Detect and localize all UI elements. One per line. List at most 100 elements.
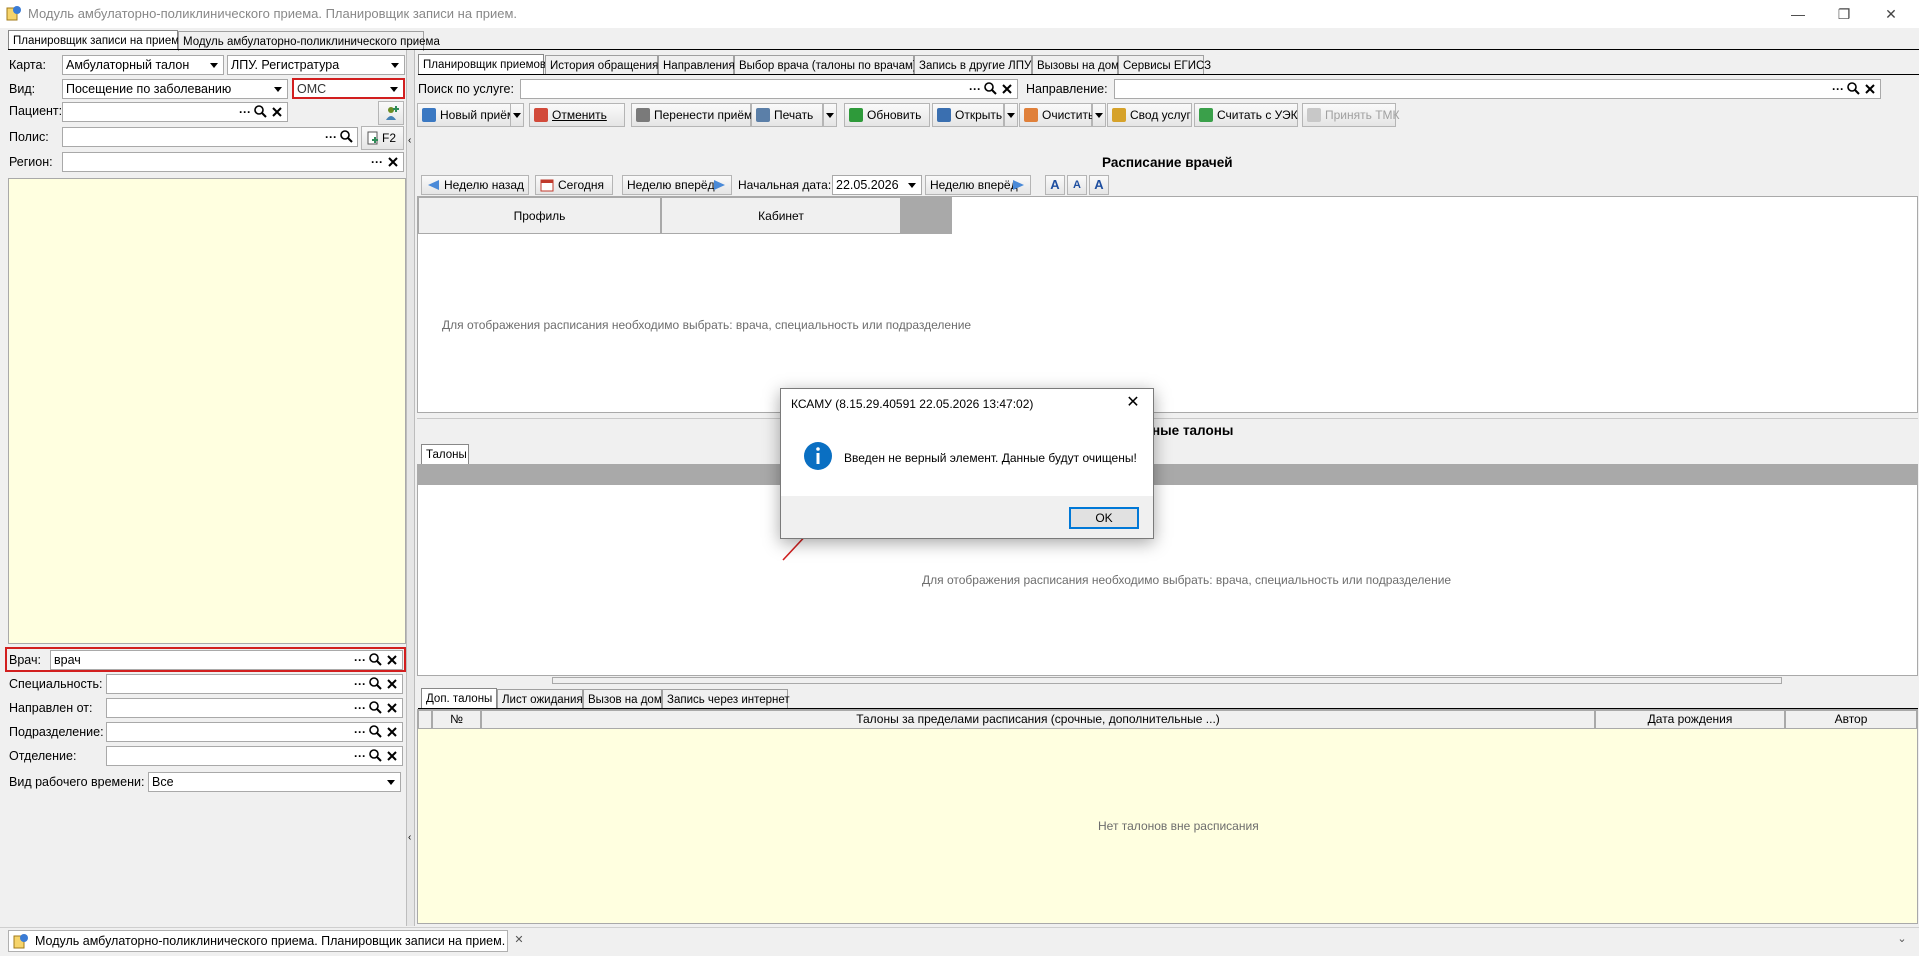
ellipsis-icon[interactable]: ··· [352, 748, 368, 764]
tab-planner[interactable]: Планировщик записи на прием [8, 30, 179, 50]
tab-directions[interactable]: Направления [658, 55, 735, 75]
vrach-input[interactable]: врач ··· [50, 650, 403, 670]
patient-input[interactable]: ··· [62, 102, 288, 122]
refresh-icon [849, 108, 863, 122]
search-icon[interactable] [368, 676, 384, 692]
refresh-button[interactable]: Обновить [844, 103, 930, 127]
ellipsis-icon[interactable]: ··· [352, 700, 368, 716]
tab-home-visit[interactable]: Вызов на дом [583, 689, 662, 709]
collapse-left-icon[interactable]: ‹ [408, 135, 411, 146]
search-icon[interactable] [368, 700, 384, 716]
tab-egisz[interactable]: Сервисы ЕГИСЗ [1118, 55, 1211, 75]
read-uek-button[interactable]: Считать с УЭК [1194, 103, 1298, 127]
col-birth-date[interactable]: Дата рождения [1595, 710, 1785, 729]
search-icon[interactable] [983, 81, 999, 97]
print-button[interactable]: Печать [751, 103, 823, 127]
service-search-input[interactable]: ··· [520, 79, 1018, 99]
clear-icon[interactable] [1862, 81, 1878, 97]
ellipsis-icon[interactable]: ··· [352, 724, 368, 740]
tab-doctor-choice[interactable]: Выбор врача (талоны по врачам) [734, 55, 917, 75]
new-reception-button[interactable]: Новый приём [417, 103, 515, 127]
polis-input[interactable]: ··· [62, 127, 358, 147]
col-cabinet[interactable]: Кабинет [661, 197, 901, 234]
search-icon[interactable] [368, 724, 384, 740]
col-author[interactable]: Автор [1785, 710, 1917, 729]
minimize-button[interactable]: — [1783, 4, 1813, 24]
cancel-reception-button[interactable]: Отменить [529, 103, 625, 127]
font-increase-button[interactable]: A [1045, 175, 1065, 195]
dialog-close-button[interactable]: ✕ [1123, 393, 1143, 413]
oms-select[interactable]: ОМС [292, 78, 405, 99]
col-number[interactable]: № [432, 710, 481, 729]
week-forward-button-2[interactable]: Неделю вперёд [925, 175, 1031, 195]
tab-home-calls[interactable]: Вызовы на дом [1032, 55, 1119, 75]
ellipsis-icon[interactable]: ··· [369, 154, 385, 170]
tab-other-lpu[interactable]: Запись в другие ЛПУ [914, 55, 1032, 75]
clear-icon[interactable] [385, 154, 401, 170]
region-input[interactable]: ··· [62, 152, 404, 172]
close-task-icon[interactable]: ✕ [511, 932, 527, 948]
karta-select[interactable]: Амбулаторный талон [62, 55, 224, 75]
clear-dropdown[interactable] [1092, 103, 1106, 127]
worktime-select[interactable]: Все [148, 772, 401, 792]
move-reception-button[interactable]: Перенести приём [631, 103, 752, 127]
clear-icon[interactable] [384, 700, 400, 716]
ellipsis-icon[interactable]: ··· [323, 129, 339, 145]
ellipsis-icon[interactable]: ··· [237, 104, 253, 120]
search-icon[interactable] [253, 104, 269, 120]
clear-icon[interactable] [384, 676, 400, 692]
open-button[interactable]: Открыть [932, 103, 1004, 127]
clear-icon[interactable] [384, 748, 400, 764]
col-profile[interactable]: Профиль [418, 197, 661, 234]
tab-waiting-list[interactable]: Лист ожидания [497, 689, 583, 709]
search-icon[interactable] [1846, 81, 1862, 97]
tab-reception-planner[interactable]: Планировщик приемов [418, 54, 546, 74]
ellipsis-icon[interactable]: ··· [352, 676, 368, 692]
restore-button[interactable]: ❐ [1829, 4, 1859, 24]
print-dropdown[interactable] [823, 103, 837, 127]
otdel-input[interactable]: ··· [106, 746, 403, 766]
col-talons[interactable]: Талоны за пределами расписания (срочные,… [481, 710, 1595, 729]
clear-icon[interactable] [999, 81, 1015, 97]
vid-select[interactable]: Посещение по заболеванию [62, 79, 288, 99]
services-summary-button[interactable]: Свод услуг [1107, 103, 1192, 127]
ellipsis-icon[interactable]: ··· [352, 652, 368, 668]
font-decrease-button[interactable]: A [1067, 175, 1087, 195]
clear-icon[interactable] [384, 652, 400, 668]
close-window-button[interactable]: ✕ [1876, 4, 1906, 24]
search-icon[interactable] [368, 748, 384, 764]
clear-icon[interactable] [384, 724, 400, 740]
direction-input[interactable]: ··· [1114, 79, 1881, 99]
spec-input[interactable]: ··· [106, 674, 403, 694]
ellipsis-icon[interactable]: ··· [967, 81, 983, 97]
week-back-button[interactable]: Неделю назад [421, 175, 529, 195]
chevron-down-icon[interactable]: ⌄ [1894, 932, 1910, 948]
font-reset-button[interactable]: A [1089, 175, 1109, 195]
tab-online-booking[interactable]: Запись через интернет [662, 689, 790, 709]
search-icon[interactable] [339, 129, 355, 145]
horizontal-splitter[interactable] [552, 677, 1782, 684]
tab-talons[interactable]: Талоны [421, 444, 469, 464]
tab-ambulatory-module[interactable]: Модуль амбулаторно-поликлинического прие… [178, 31, 440, 51]
add-patient-button[interactable] [378, 101, 404, 125]
clear-icon[interactable] [269, 104, 285, 120]
new-reception-dropdown[interactable] [510, 103, 524, 127]
task-tab[interactable]: Модуль амбулаторно-поликлинического прие… [8, 930, 508, 952]
napravlen-input[interactable]: ··· [106, 698, 403, 718]
tab-history[interactable]: История обращения [545, 55, 658, 75]
start-date-picker[interactable]: 22.05.2026 [832, 175, 922, 195]
tab-extra-talons[interactable]: Доп. талоны [421, 688, 497, 708]
podrazd-input[interactable]: ··· [106, 722, 403, 742]
ok-button[interactable]: OK [1069, 507, 1139, 529]
collapse-left-icon[interactable]: ‹ [408, 832, 411, 843]
lpu-select[interactable]: ЛПУ. Регистратура [227, 55, 405, 75]
today-button[interactable]: Сегодня [535, 175, 613, 195]
open-dropdown[interactable] [1004, 103, 1018, 127]
search-icon[interactable] [368, 652, 384, 668]
week-forward-button-1[interactable]: Неделю вперёд [622, 175, 732, 195]
accept-tmk-button[interactable]: Принять ТМК [1302, 103, 1400, 127]
vertical-splitter[interactable] [406, 50, 415, 926]
clear-button[interactable]: Очистить [1019, 103, 1094, 127]
ellipsis-icon[interactable]: ··· [1830, 81, 1846, 97]
f2-button[interactable]: F2 [361, 126, 404, 150]
